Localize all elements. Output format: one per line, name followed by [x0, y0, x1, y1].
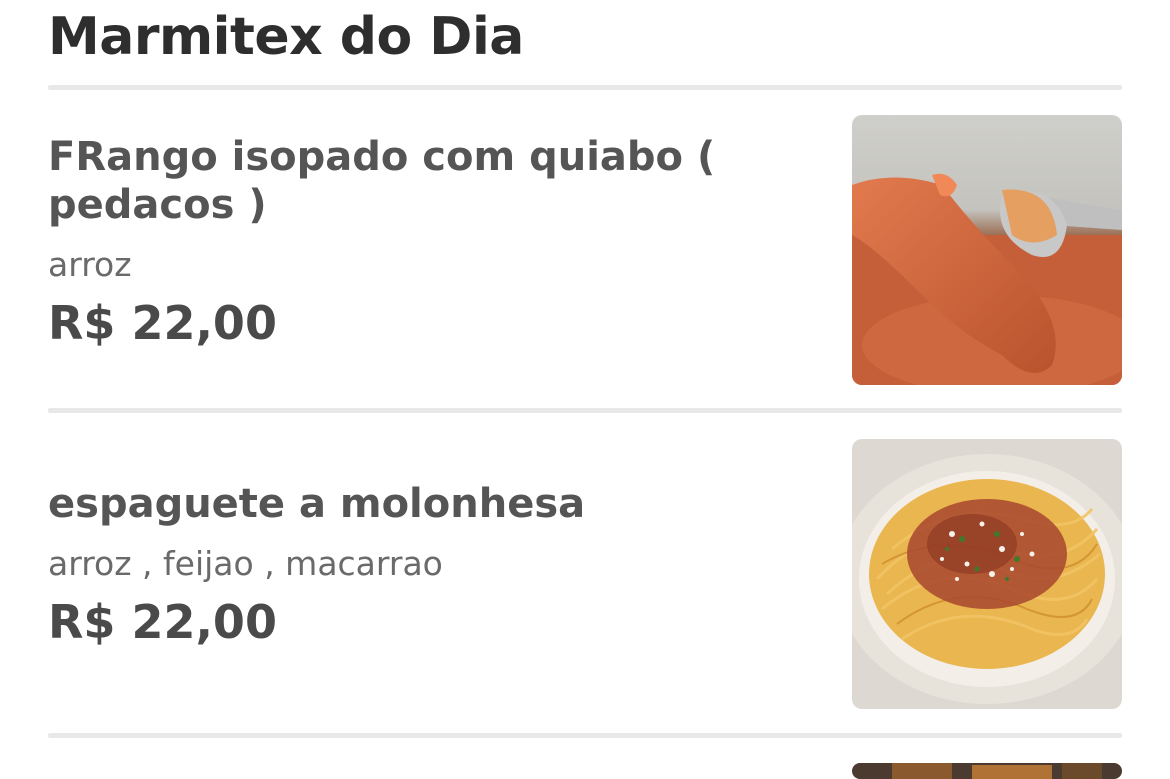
menu-page: Marmitex do Dia FRango isopado com quiab… — [0, 0, 1170, 779]
divider — [48, 85, 1122, 90]
section-title: Marmitex do Dia — [48, 7, 524, 67]
food-photo-icon — [852, 763, 1122, 779]
spaghetti-image[interactable] — [852, 439, 1122, 709]
item-price: R$ 22,00 — [48, 296, 277, 350]
next-item-image[interactable] — [852, 763, 1122, 779]
menu-item-espaguete[interactable]: espaguete a molonhesa arroz , feijao , m… — [48, 439, 1122, 709]
chicken-stew-photo-icon — [852, 115, 1122, 385]
item-price: R$ 22,00 — [48, 595, 277, 649]
spaghetti-bolognese-photo-icon — [852, 439, 1122, 709]
item-name: espaguete a molonhesa — [48, 481, 586, 527]
divider — [48, 408, 1122, 413]
item-description: arroz — [48, 245, 132, 284]
menu-item-frango[interactable]: FRango isopado com quiabo ( pedacos ) ar… — [48, 115, 1122, 385]
item-description: arroz , feijao , macarrao — [48, 544, 443, 583]
chicken-stew-image[interactable] — [852, 115, 1122, 385]
item-name: FRango isopado com quiabo ( pedacos ) — [48, 134, 716, 228]
divider — [48, 733, 1122, 738]
